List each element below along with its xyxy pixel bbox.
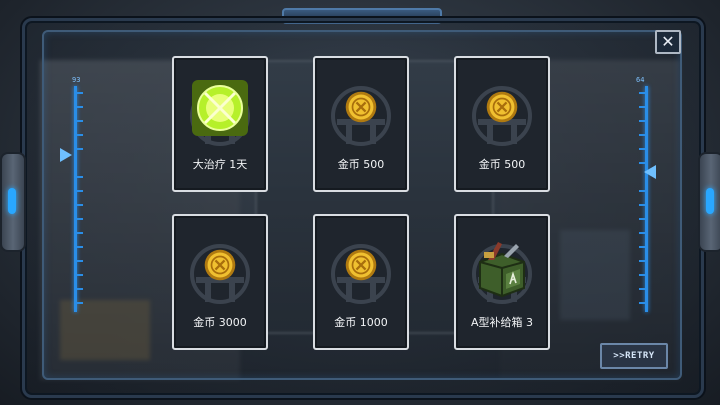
reward-label: 金币 500 [337, 158, 385, 171]
reward-label: 大治疗 1天 [192, 158, 248, 171]
gold-coin-icon [345, 249, 377, 281]
right-gauge: 64 [636, 76, 656, 312]
reward-card[interactable]: 金币 500 [313, 56, 409, 192]
reward-card[interactable]: 大治疗 1天 [172, 56, 268, 192]
supply-crate-icon [479, 242, 525, 298]
gold-coin-icon [204, 249, 236, 281]
reward-label: A型补给箱 3 [470, 316, 534, 329]
reward-label: 金币 1000 [334, 316, 388, 329]
reward-card[interactable]: A型补给箱 3 [454, 214, 550, 350]
left-gauge: 93 [60, 76, 86, 312]
gold-coin-icon [486, 91, 518, 123]
reward-card[interactable]: 金币 1000 [313, 214, 409, 350]
left-gauge-pointer-icon [60, 148, 72, 162]
retry-button[interactable]: >>RETRY [600, 343, 668, 369]
right-gauge-pointer-icon [644, 165, 656, 179]
right-gauge-value: 64 [636, 76, 645, 84]
reward-card[interactable]: 金币 500 [454, 56, 550, 192]
reward-label: 金币 500 [478, 158, 526, 171]
heal-orb-icon [192, 80, 248, 136]
left-frame-knob [0, 152, 26, 252]
gold-coin-icon [345, 91, 377, 123]
right-frame-knob [698, 152, 720, 252]
reward-card[interactable]: 金币 3000 [172, 214, 268, 350]
reward-label: 金币 3000 [193, 316, 247, 329]
close-button[interactable]: ✕ [655, 30, 681, 54]
left-gauge-value: 93 [72, 76, 81, 84]
